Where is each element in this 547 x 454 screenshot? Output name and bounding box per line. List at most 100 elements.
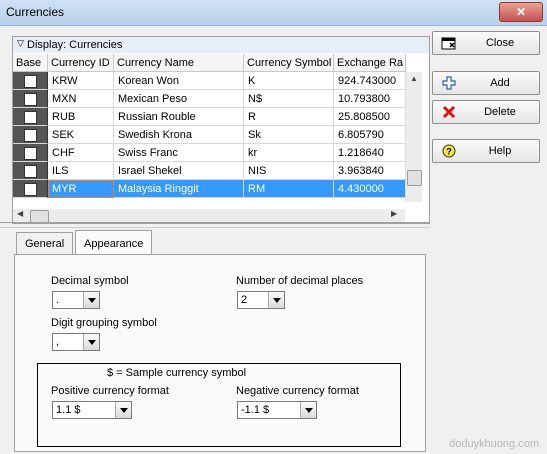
- negative-format-select[interactable]: -1.1 $: [237, 401, 317, 419]
- scroll-right-icon[interactable]: ▶: [391, 209, 397, 218]
- negative-format-value: -1.1 $: [241, 404, 270, 416]
- decimal-symbol-label: Decimal symbol: [51, 275, 129, 287]
- exchange-rate-cell[interactable]: 10.793800: [334, 90, 406, 108]
- base-checkbox[interactable]: [24, 75, 37, 88]
- red-x-icon: [441, 105, 457, 119]
- currency-format-group: $ = Sample currency symbol Positive curr…: [37, 363, 401, 447]
- currency-id-cell[interactable]: MXN: [48, 90, 114, 108]
- currency-name-cell[interactable]: Malaysia Ringgit: [114, 180, 244, 198]
- currency-id-cell[interactable]: RUB: [48, 108, 114, 126]
- base-cell: [13, 144, 48, 162]
- table-row[interactable]: ILS Israel Shekel NIS 3.963840: [13, 162, 406, 180]
- column-header-currency-name[interactable]: Currency Name: [114, 54, 244, 72]
- table-row[interactable]: RUB Russian Rouble R 25.808500: [13, 108, 406, 126]
- currency-symbol-cell[interactable]: NIS: [244, 162, 334, 180]
- svg-text:?: ?: [446, 147, 452, 157]
- currency-name-cell[interactable]: Swiss Franc: [114, 144, 244, 162]
- table-row[interactable]: CHF Swiss Franc kr 1.218640: [13, 144, 406, 162]
- close-button-label: Close: [485, 37, 515, 49]
- positive-format-select[interactable]: 1.1 $: [52, 401, 132, 419]
- table-row[interactable]: SEK Swedish Krona Sk 6.805790: [13, 126, 406, 144]
- currency-name-cell[interactable]: Mexican Peso: [114, 90, 244, 108]
- vertical-scroll-thumb[interactable]: [407, 170, 422, 186]
- tab-general[interactable]: General: [16, 232, 74, 254]
- chevron-down-icon[interactable]: [83, 292, 99, 308]
- base-cell: [13, 180, 48, 198]
- base-checkbox[interactable]: [24, 129, 37, 142]
- base-checkbox[interactable]: [24, 183, 37, 196]
- base-cell: [13, 108, 48, 126]
- window-close-button[interactable]: ✕: [499, 2, 543, 22]
- chevron-down-icon[interactable]: [300, 402, 316, 418]
- chevron-down-icon[interactable]: [268, 292, 284, 308]
- column-header-currency-symbol[interactable]: Currency Symbol: [244, 54, 334, 72]
- column-header-currency-id[interactable]: Currency ID: [48, 54, 114, 72]
- exchange-rate-cell[interactable]: 1.218640: [334, 144, 406, 162]
- chevron-down-icon[interactable]: [115, 402, 131, 418]
- exchange-rate-cell[interactable]: 25.808500: [334, 108, 406, 126]
- currency-id-cell[interactable]: ILS: [48, 162, 114, 180]
- display-group-header[interactable]: ▽ Display: Currencies: [13, 37, 429, 53]
- exchange-rate-cell[interactable]: 6.805790: [334, 126, 406, 144]
- help-button[interactable]: ? Help: [432, 139, 540, 163]
- close-window-icon: [441, 36, 457, 50]
- digit-grouping-label: Digit grouping symbol: [51, 317, 157, 329]
- scroll-left-icon[interactable]: ◀: [17, 209, 23, 218]
- exchange-rate-cell[interactable]: 3.963840: [334, 162, 406, 180]
- negative-format-label: Negative currency format: [236, 385, 359, 397]
- currency-symbol-cell[interactable]: K: [244, 72, 334, 90]
- base-cell: [13, 162, 48, 180]
- currency-symbol-cell[interactable]: Sk: [244, 126, 334, 144]
- currency-symbol-cell[interactable]: N$: [244, 90, 334, 108]
- currency-symbol-cell[interactable]: RM: [244, 180, 334, 198]
- decimal-places-label: Number of decimal places: [236, 275, 364, 287]
- help-button-label: Help: [488, 145, 512, 157]
- currency-symbol-cell[interactable]: R: [244, 108, 334, 126]
- currency-id-cell[interactable]: SEK: [48, 126, 114, 144]
- currency-name-cell[interactable]: Israel Shekel: [114, 162, 244, 180]
- watermark: doduykhuong.com: [449, 438, 539, 450]
- currency-name-cell[interactable]: Korean Won: [114, 72, 244, 90]
- base-checkbox[interactable]: [24, 111, 37, 124]
- exchange-rate-cell[interactable]: 4.430000: [334, 180, 406, 198]
- currency-id-cell[interactable]: CHF: [48, 144, 114, 162]
- sample-symbol-label: $ = Sample currency symbol: [107, 367, 247, 379]
- base-checkbox[interactable]: [24, 165, 37, 178]
- positive-format-value: 1.1 $: [56, 404, 81, 416]
- decimal-symbol-select[interactable]: .: [52, 291, 100, 309]
- delete-button[interactable]: Delete: [432, 100, 540, 124]
- dialog-body: ▽ Display: Currencies Base Currency ID C…: [0, 26, 547, 454]
- base-cell: [13, 126, 48, 144]
- close-button[interactable]: Close: [432, 31, 540, 55]
- currency-id-cell[interactable]: MYR: [48, 180, 114, 198]
- exchange-rate-cell[interactable]: 924.743000: [334, 72, 406, 90]
- base-checkbox[interactable]: [24, 147, 37, 160]
- add-button[interactable]: Add: [432, 71, 540, 95]
- column-header-exchange-rate[interactable]: Exchange Ra: [334, 54, 406, 72]
- currency-name-cell[interactable]: Swedish Krona: [114, 126, 244, 144]
- decimal-symbol-value: .: [56, 294, 60, 306]
- appearance-pane: Decimal symbol . Number of decimal place…: [14, 254, 426, 452]
- column-header-base[interactable]: Base: [13, 54, 48, 72]
- currency-id-cell[interactable]: KRW: [48, 72, 114, 90]
- currency-name-cell[interactable]: Russian Rouble: [114, 108, 244, 126]
- horizontal-scrollbar[interactable]: ◀ ▶: [13, 209, 405, 223]
- base-cell: [13, 72, 48, 90]
- collapse-chevron-icon[interactable]: ▽: [17, 38, 24, 49]
- table-row[interactable]: KRW Korean Won K 924.743000: [13, 72, 406, 90]
- decimal-places-select[interactable]: 2: [237, 291, 285, 309]
- chevron-down-icon[interactable]: [83, 334, 99, 350]
- question-icon: ?: [441, 144, 457, 158]
- currency-symbol-cell[interactable]: kr: [244, 144, 334, 162]
- base-cell: [13, 90, 48, 108]
- decimal-places-value: 2: [241, 294, 248, 306]
- scroll-up-icon[interactable]: ▲: [410, 74, 418, 83]
- vertical-scrollbar[interactable]: ▲: [405, 72, 422, 202]
- digit-grouping-select[interactable]: ,: [52, 333, 100, 351]
- table-row[interactable]: MXN Mexican Peso N$ 10.793800: [13, 90, 406, 108]
- display-label: Display: Currencies: [27, 39, 123, 51]
- pane-splitter[interactable]: [0, 222, 430, 228]
- table-row-selected[interactable]: MYR Malaysia Ringgit RM 4.430000: [13, 180, 406, 198]
- base-checkbox[interactable]: [24, 93, 37, 106]
- tab-appearance[interactable]: Appearance: [75, 230, 153, 254]
